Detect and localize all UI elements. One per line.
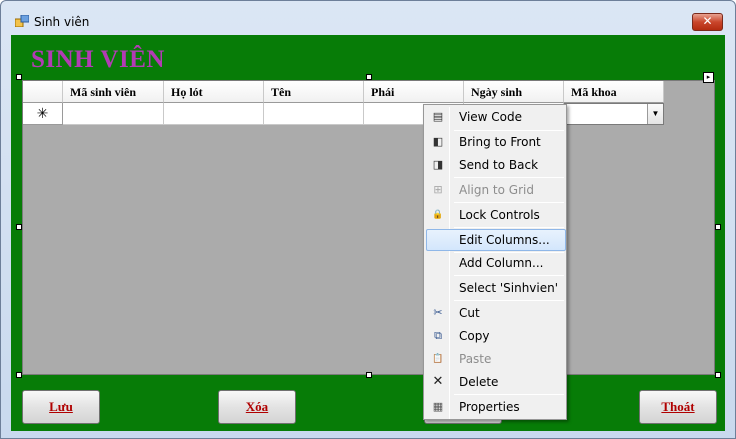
column-header[interactable]: Họ lót [164,81,264,103]
column-header[interactable]: Phái [364,81,464,103]
menu-separator [454,177,564,178]
menu-item-view-code[interactable]: ▤ View Code [426,106,566,128]
delete-button[interactable]: Xóa [218,390,296,424]
grid-cell[interactable] [264,103,364,125]
menu-separator [454,300,564,301]
resize-handle-bottom-right[interactable] [715,372,721,378]
sinhvien-datagrid[interactable]: Mã sinh viên Họ lót Tên Phái Ngày sinh M… [22,80,715,375]
dropdown-arrow-icon[interactable]: ▼ [647,104,663,124]
scissors-icon: ✂ [433,306,443,319]
resize-handle-left[interactable] [16,224,22,230]
menu-item-label: Properties [459,400,520,414]
title-bar[interactable]: Sinh viên ✕ [1,1,735,35]
resize-handle-top-left[interactable] [16,74,22,80]
makhoa-combobox-cell[interactable]: ▼ [564,103,664,125]
delete-icon: ✕ [432,374,444,389]
menu-item-label: Send to Back [459,158,539,172]
menu-item-label: Delete [459,375,499,389]
grid-cell[interactable] [63,103,164,125]
resize-handle-bottom-left[interactable] [16,372,22,378]
menu-item-paste[interactable]: 📋 Paste [426,348,566,370]
grid-cell[interactable] [164,103,264,125]
menu-item-label: Bring to Front [459,135,541,149]
resize-handle-right[interactable] [715,224,721,230]
send-to-back-icon: ◨ [432,158,444,171]
grid-corner-cell[interactable] [23,81,63,103]
resize-handle-bottom[interactable] [366,372,372,378]
column-header[interactable]: Tên [264,81,364,103]
app-form-icon [15,15,29,27]
menu-item-label: Align to Grid [459,183,534,197]
menu-item-lock-controls[interactable]: 🔒 Lock Controls [426,204,566,226]
menu-item-label: View Code [459,110,523,124]
menu-separator [454,202,564,203]
close-button[interactable]: ✕ [692,13,723,31]
menu-item-cut[interactable]: ✂ Cut [426,302,566,324]
copy-icon: ⧉ [434,329,442,342]
grid-header-row: Mã sinh viên Họ lót Tên Phái Ngày sinh M… [23,81,664,103]
menu-item-select-sinhvien[interactable]: Select 'Sinhvien' [426,277,566,299]
align-to-grid-icon: ⊞ [433,183,443,196]
paste-icon: 📋 [432,354,444,364]
menu-item-label: Paste [459,352,492,366]
column-header[interactable]: Mã khoa [564,81,664,103]
menu-separator [454,275,564,276]
smart-tag-icon[interactable]: ▸ [703,72,714,83]
view-code-icon: ▤ [432,110,444,123]
menu-item-align-to-grid[interactable]: ⊞ Align to Grid [426,179,566,201]
new-row-marker-icon[interactable]: ✳ [23,103,63,125]
menu-item-properties[interactable]: ▦ Properties [426,396,566,418]
menu-item-delete[interactable]: ✕ Delete [426,371,566,393]
window-title: Sinh viên [34,15,90,29]
context-menu: ▤ View Code ◧ Bring to Front ◨ Send to B… [423,104,567,420]
menu-item-label: Add Column... [459,256,544,270]
menu-separator [454,227,564,228]
form-client-area: SINH VIÊN Mã sinh viên Họ lót Tên Phái N… [11,35,725,431]
form-window: Sinh viên ✕ SINH VIÊN Mã sinh viên Họ ló… [0,0,736,439]
form-header-label: SINH VIÊN [31,46,165,73]
resize-handle-top[interactable] [366,74,372,80]
menu-item-label: Copy [459,329,490,343]
menu-item-label: Cut [459,306,480,320]
menu-item-bring-to-front[interactable]: ◧ Bring to Front [426,131,566,153]
menu-item-edit-columns[interactable]: Edit Columns... [426,229,566,251]
properties-icon: ▦ [432,400,444,413]
menu-item-send-to-back[interactable]: ◨ Send to Back [426,154,566,176]
menu-item-label: Lock Controls [459,208,540,222]
exit-button[interactable]: Thoát [639,390,717,424]
menu-separator [454,394,564,395]
bring-to-front-icon: ◧ [432,135,444,148]
menu-item-label: Edit Columns... [459,233,550,247]
column-header[interactable]: Mã sinh viên [63,81,164,103]
menu-item-copy[interactable]: ⧉ Copy [426,325,566,347]
menu-item-label: Select 'Sinhvien' [459,281,559,295]
column-header[interactable]: Ngày sinh [464,81,564,103]
menu-item-add-column[interactable]: Add Column... [426,252,566,274]
save-button[interactable]: Lưu [22,390,100,424]
grid-new-row: ✳ ▼ [23,103,664,125]
lock-icon: 🔒 [432,210,444,220]
